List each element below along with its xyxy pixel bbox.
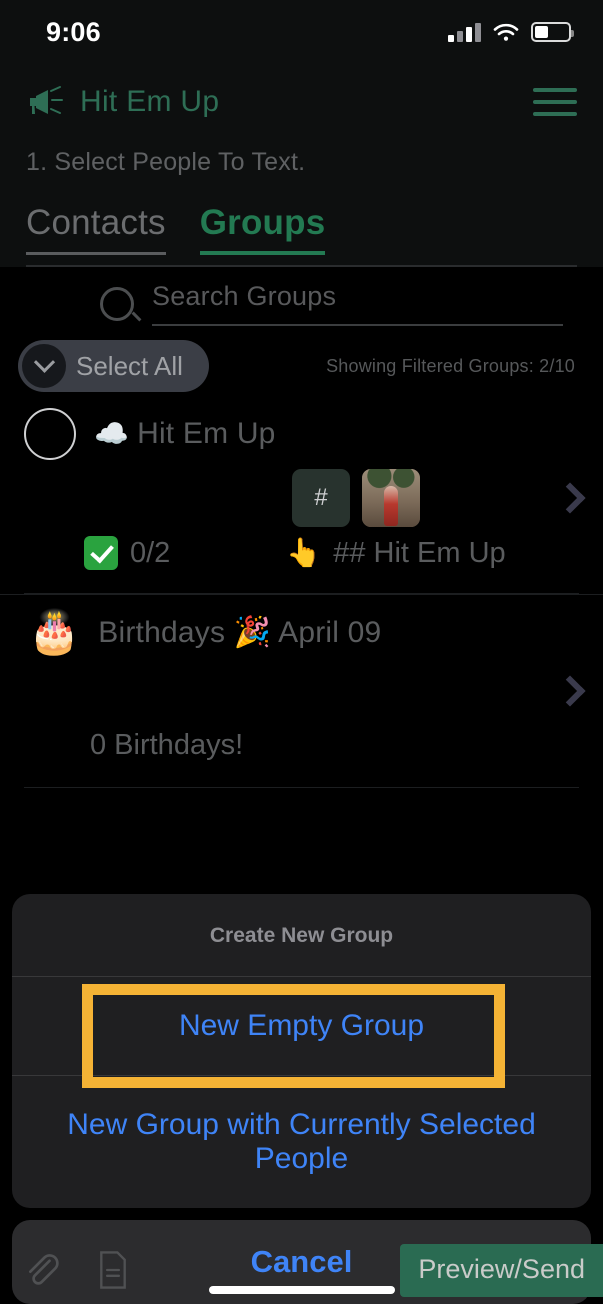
hamburger-menu-icon[interactable] [533,82,577,122]
row-divider [24,787,579,788]
group-select-checkbox[interactable] [24,408,76,460]
home-indicator [208,1286,395,1294]
step-label: 1. Select People To Text. [26,148,306,176]
group-footer: 0/2 👆 ## Hit Em Up [0,536,603,584]
thumbnail-strip: # [292,469,420,527]
wifi-icon [493,23,519,41]
tab-contacts[interactable]: Contacts [26,203,166,255]
tab-groups[interactable]: Groups [199,203,326,255]
status-time: 9:06 [46,16,101,47]
group-subtitle: 0 Birthdays! [90,729,244,761]
table-row[interactable]: 🎂 Birthdays 🎉 April 09 0 Birthdays! [0,594,603,788]
paperclip-icon[interactable] [22,1250,62,1290]
photo-thumbnail[interactable] [362,469,420,527]
search-placeholder: Search Groups [152,281,337,311]
group-title: Birthdays 🎉 April 09 [98,615,381,650]
megaphone-icon [30,86,63,114]
group-hint-label: ## Hit Em Up [333,536,506,569]
hash-thumbnail[interactable]: # [292,469,350,527]
status-bar: 9:06 [0,0,603,64]
select-all-row: Select All Showing Filtered Groups: 2/10 [0,326,603,392]
brand: Hit Em Up [26,85,219,119]
search-input[interactable]: Search Groups [152,281,563,326]
header-top-row: Hit Em Up [26,82,577,122]
status-indicators [448,22,574,42]
group-header: 🎂 Birthdays 🎉 April 09 [0,611,603,653]
document-icon[interactable] [98,1251,128,1289]
app-title: Hit Em Up [80,85,220,118]
chevron-down-icon [22,344,66,388]
group-list: ☁️ Hit Em Up # 0/2 👆 ## Hit Em Up 🎂 Birt… [0,392,603,788]
group-thumbnails-row: # [0,460,603,536]
group-hint: 👆 ## Hit Em Up [286,537,505,570]
cloud-emoji: ☁️ [94,418,130,449]
select-all-label: Select All [76,350,183,381]
group-thumbnails-row [0,653,603,729]
group-title: ☁️ Hit Em Up [94,417,276,451]
action-sheet-title: Create New Group [12,894,591,977]
group-count-label: 0/2 [130,536,171,569]
chevron-right-icon[interactable] [554,675,586,707]
group-title-label: Birthdays 🎉 April 09 [98,615,382,649]
group-count: 0/2 [84,536,170,570]
new-empty-group-button[interactable]: New Empty Group [12,977,591,1075]
select-all-button[interactable]: Select All [18,340,209,392]
birthday-cake-emoji: 🎂 [28,608,81,655]
preview-send-button[interactable]: Preview/Send [400,1243,603,1297]
group-title-label: Hit Em Up [137,417,276,450]
group-header: ☁️ Hit Em Up [0,408,603,460]
search-icon [100,286,134,321]
cellular-signal-icon [448,22,481,42]
tab-bar: Contacts Groups [26,203,577,257]
app-header: Hit Em Up 1. Select People To Text. Cont… [0,64,603,267]
chevron-right-icon[interactable] [554,482,586,514]
bottom-toolbar-icons [0,1250,128,1290]
battery-icon [531,22,574,42]
green-check-icon [84,536,118,570]
table-row[interactable]: ☁️ Hit Em Up # 0/2 👆 ## Hit Em Up [0,392,603,594]
pointing-finger-emoji: 👆 [286,537,322,568]
search-bar[interactable]: Search Groups [0,267,603,326]
filter-count-label: Showing Filtered Groups: 2/10 [326,355,575,376]
action-sheet-group: Create New Group New Empty Group New Gro… [12,894,591,1208]
new-group-with-selected-button[interactable]: New Group with Currently Selected People [12,1075,591,1208]
